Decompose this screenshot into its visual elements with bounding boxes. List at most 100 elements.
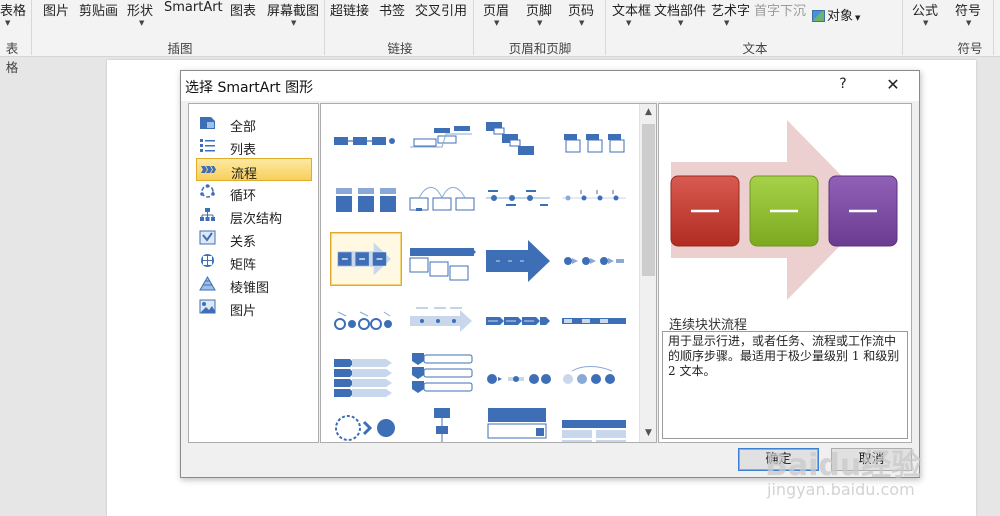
dialog-titlebar[interactable]: 选择 SmartArt 图形 ? ✕ [181, 71, 919, 101]
cancel-button[interactable]: 取消 [831, 448, 912, 471]
ribbon-symbol-button[interactable]: 符号 [955, 0, 981, 19]
ribbon-quickparts-button[interactable]: 文档部件 [654, 0, 706, 19]
group-label-tables: 表格 [5, 41, 19, 75]
layout-thumbnail[interactable] [482, 234, 554, 288]
category-label: 图片 [230, 304, 257, 319]
layout-thumbnail[interactable] [406, 114, 478, 168]
ribbon-object-label: 对象 [827, 9, 854, 24]
category-item-process[interactable]: 流程 [196, 158, 312, 182]
chevron-down-icon: ▼ [923, 19, 929, 27]
category-item-list[interactable]: 列表 [196, 135, 312, 158]
ribbon-separator [31, 0, 32, 55]
pyramid-icon [199, 276, 216, 291]
category-label: 棱锥图 [230, 281, 270, 296]
chevron-down-icon: ▼ [678, 19, 684, 27]
ribbon-separator [902, 0, 903, 55]
relationship-icon [199, 230, 216, 245]
matrix-icon [201, 254, 214, 267]
category-label: 流程 [231, 167, 258, 182]
layout-thumbnail[interactable] [330, 349, 402, 403]
layout-thumbnail[interactable] [482, 404, 554, 443]
layout-thumbnail[interactable] [558, 114, 630, 168]
layout-thumbnail[interactable] [558, 349, 630, 403]
ribbon-crossref-button[interactable]: 交叉引用 [415, 0, 467, 19]
chevron-down-icon: ▼ [494, 19, 500, 27]
ribbon-dropcap-button[interactable]: 首字下沉 [754, 0, 806, 19]
help-button[interactable]: ? [833, 76, 853, 92]
ribbon-clipart-button[interactable]: 剪贴画 [79, 0, 118, 19]
category-item-pyramid[interactable]: 棱锥图 [196, 273, 312, 296]
layout-thumbnail[interactable] [406, 234, 478, 288]
ribbon-screenshot-button[interactable]: 屏幕截图 [267, 0, 319, 19]
ribbon-footer-button[interactable]: 页脚 [526, 0, 552, 19]
group-label-symbols: 符号 [957, 41, 983, 56]
layout-thumbnail[interactable] [330, 404, 402, 443]
ribbon-picture-button[interactable]: 图片 [43, 0, 69, 19]
scroll-up-icon[interactable]: ▲ [640, 104, 656, 121]
close-button[interactable]: ✕ [881, 75, 905, 94]
layout-thumbnail[interactable] [558, 294, 630, 348]
group-label-header-footer: 页眉和页脚 [508, 41, 572, 56]
ribbon-pagenum-button[interactable]: 页码 [568, 0, 594, 19]
layout-thumbnail[interactable] [482, 349, 554, 403]
ribbon-smartart-button[interactable]: SmartArt [164, 0, 223, 15]
layout-thumbnail-continuous-block-process[interactable] [330, 232, 402, 286]
layout-thumbnail[interactable] [558, 234, 630, 288]
layout-gallery: ▲ ▼ [320, 103, 657, 443]
scroll-down-icon[interactable]: ▼ [640, 425, 656, 442]
layout-thumbnail[interactable] [558, 404, 630, 443]
ribbon-shapes-button[interactable]: 形状 [127, 0, 153, 19]
category-item-matrix[interactable]: 矩阵 [196, 250, 312, 273]
all-icon [200, 117, 215, 129]
chevron-down-icon: ▼ [5, 19, 11, 27]
chevron-down-icon: ▼ [579, 19, 585, 27]
ribbon: 表格 ▼ 图片 剪贴画 形状 ▼ SmartArt 图表 屏幕截图 ▼ 超链接 … [0, 0, 1000, 75]
group-label-illustrations: 插图 [167, 41, 193, 56]
ribbon-wordart-button[interactable]: 艺术字 [711, 0, 750, 19]
dialog-title: 选择 SmartArt 图形 [185, 80, 314, 96]
list-icon [200, 139, 215, 152]
category-item-cycle[interactable]: 循环 [196, 181, 312, 204]
layout-thumbnail[interactable] [482, 294, 554, 348]
layout-preview-panel: 连续块状流程 用于显示行进，或者任务、流程或工作流中的顺序步骤。最适用于极少量级… [658, 103, 912, 443]
smartart-dialog: 选择 SmartArt 图形 ? ✕ 全部 列表 流程 循环 层次结构 关系 矩… [180, 70, 920, 478]
layout-thumbnail[interactable] [330, 174, 402, 228]
object-icon [812, 10, 825, 22]
scrollbar-thumb[interactable] [642, 124, 655, 276]
group-label-links: 链接 [387, 41, 413, 56]
chevron-down-icon: ▼ [537, 19, 543, 27]
category-label: 关系 [230, 235, 257, 250]
ribbon-textbox-button[interactable]: 文本框 [612, 0, 651, 19]
category-item-hierarchy[interactable]: 层次结构 [196, 204, 312, 227]
layout-thumbnail[interactable] [482, 174, 554, 228]
ribbon-header-button[interactable]: 页眉 [483, 0, 509, 19]
ribbon-equation-button[interactable]: 公式 [912, 0, 938, 19]
layout-thumbnail[interactable] [406, 294, 478, 348]
category-item-picture[interactable]: 图片 [196, 296, 312, 319]
layout-thumbnail[interactable] [482, 114, 554, 168]
ribbon-chart-button[interactable]: 图表 [230, 0, 256, 19]
category-label: 层次结构 [230, 212, 283, 227]
layout-thumbnail[interactable] [558, 174, 630, 228]
process-icon [201, 166, 216, 173]
ribbon-bookmark-button[interactable]: 书签 [379, 0, 405, 19]
picture-icon [199, 299, 216, 314]
category-label: 列表 [230, 143, 257, 158]
chevron-down-icon: ▼ [855, 14, 861, 22]
ribbon-table-button[interactable]: 表格 [0, 0, 26, 19]
ok-button[interactable]: 确定 [738, 448, 819, 471]
ribbon-separator [605, 0, 606, 55]
ribbon-object-button[interactable]: 对象 ▼ [812, 5, 860, 24]
category-item-relationship[interactable]: 关系 [196, 227, 312, 250]
gallery-scrollbar[interactable]: ▲ ▼ [639, 104, 656, 442]
chevron-down-icon: ▼ [291, 19, 297, 27]
layout-thumbnail[interactable] [330, 114, 402, 168]
layout-thumbnail[interactable] [406, 404, 478, 443]
category-item-all[interactable]: 全部 [196, 112, 312, 135]
layout-thumbnail[interactable] [330, 294, 402, 348]
hierarchy-icon [200, 208, 215, 221]
ribbon-hyperlink-button[interactable]: 超链接 [330, 0, 369, 19]
layout-thumbnail[interactable] [406, 349, 478, 403]
category-label: 循环 [230, 189, 257, 204]
layout-thumbnail[interactable] [406, 174, 478, 228]
